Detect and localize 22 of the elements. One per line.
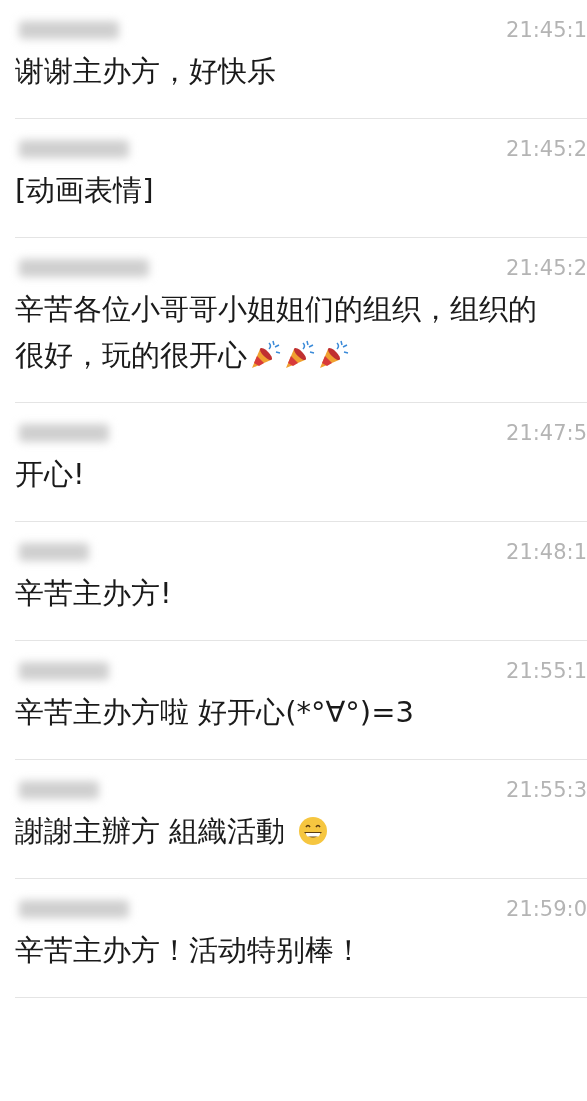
message-time: 21:45:2 [506, 256, 587, 280]
message-text: 辛苦主办方! [15, 575, 172, 612]
message-time: 21:59:0 [506, 897, 587, 921]
message-time: 21:45:2 [506, 137, 587, 161]
blurred-name [19, 543, 89, 561]
party-popper-icon [317, 339, 349, 371]
grinning-face-icon [297, 815, 330, 847]
message-text: 辛苦主办方！活动特别棒！ [15, 932, 363, 969]
message-time: 21:55:3 [506, 778, 587, 802]
message-text: 辛苦各位小哥哥小姐姐们的组织，组织的 [15, 291, 537, 328]
message-text: 謝謝主辦方 組織活動 [15, 813, 286, 850]
message-text: 谢谢主办方，好快乐 [15, 53, 276, 90]
message-text: 辛苦主办方啦 好开心(*°∀°)=3 [15, 694, 414, 731]
message-time: 21:48:1 [506, 540, 587, 564]
message-time: 21:55:1 [506, 659, 587, 683]
message-text: [动画表情] [15, 172, 154, 209]
party-popper-icon [283, 339, 315, 371]
party-popper-icon [249, 339, 281, 371]
message-time: 21:47:5 [506, 421, 587, 445]
message-text: 开心! [15, 456, 85, 493]
message-time: 21:45:1 [506, 18, 587, 42]
message-text: 很好，玩的很开心 [15, 337, 247, 374]
